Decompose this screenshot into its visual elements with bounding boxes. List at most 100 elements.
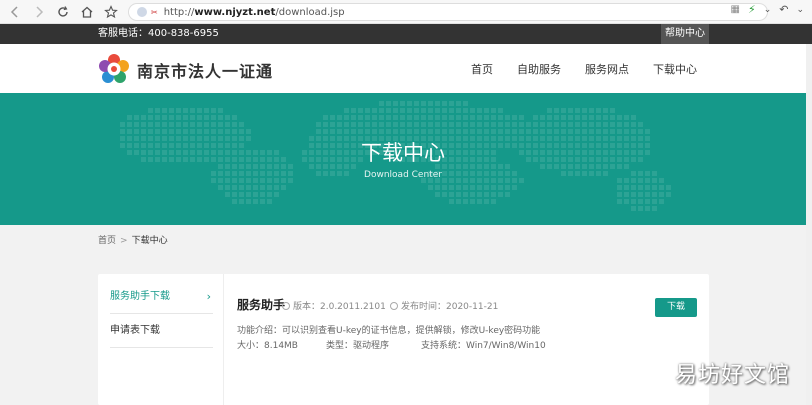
map-dot bbox=[379, 129, 384, 134]
map-dot bbox=[218, 115, 223, 120]
chevron-down-icon[interactable]: ⌄ bbox=[764, 5, 772, 15]
map-dot bbox=[491, 122, 496, 127]
map-dot bbox=[358, 122, 363, 127]
map-dot bbox=[505, 115, 510, 120]
map-dot bbox=[652, 192, 657, 197]
map-dot bbox=[330, 115, 335, 120]
map-dot bbox=[449, 185, 454, 190]
map-dot bbox=[239, 122, 244, 127]
nav-download-center[interactable]: 下载中心 bbox=[653, 61, 697, 77]
map-dot bbox=[470, 108, 475, 113]
map-dot bbox=[330, 122, 335, 127]
map-dot bbox=[470, 122, 475, 127]
map-dot bbox=[435, 129, 440, 134]
breadcrumb-home[interactable]: 首页 bbox=[98, 236, 116, 246]
map-dot bbox=[547, 129, 552, 134]
map-dot bbox=[449, 122, 454, 127]
map-dot bbox=[407, 101, 412, 106]
site-info-icon[interactable] bbox=[137, 7, 147, 17]
map-dot bbox=[505, 122, 510, 127]
back-icon[interactable] bbox=[4, 1, 26, 23]
page-scrollbar[interactable] bbox=[806, 44, 812, 405]
map-dot bbox=[232, 192, 237, 197]
map-dot bbox=[603, 122, 608, 127]
map-dot bbox=[498, 115, 503, 120]
file-size: 大小：8.14MB bbox=[237, 341, 298, 351]
map-dot bbox=[666, 192, 671, 197]
map-dot bbox=[393, 122, 398, 127]
map-dot bbox=[456, 129, 461, 134]
map-dot bbox=[561, 122, 566, 127]
help-center-link[interactable]: 帮助中心 bbox=[661, 24, 709, 44]
map-dot bbox=[603, 115, 608, 120]
map-dot bbox=[603, 108, 608, 113]
map-dot bbox=[253, 185, 258, 190]
map-dot bbox=[155, 108, 160, 113]
lightning-icon[interactable]: ⚡ bbox=[748, 3, 756, 16]
map-dot bbox=[449, 115, 454, 120]
version-text: 版本：2.0.2011.2101 bbox=[293, 302, 386, 312]
map-dot bbox=[260, 185, 265, 190]
address-bar[interactable]: ✂ http://www.njyzt.net/download.jsp bbox=[128, 3, 768, 21]
map-dot bbox=[351, 108, 356, 113]
grid-icon[interactable]: ▦ bbox=[731, 4, 740, 15]
map-dot bbox=[526, 122, 531, 127]
download-item-description: 功能介绍：可以识别查看U-key的证书信息，提供解锁，修改U-key密码功能 bbox=[237, 326, 541, 336]
home-icon[interactable] bbox=[76, 1, 98, 23]
map-dot bbox=[253, 199, 258, 204]
sidebar-item-service-assistant[interactable]: 服务助手下载 › bbox=[110, 280, 213, 314]
nav-service-outlets[interactable]: 服务网点 bbox=[585, 61, 629, 77]
bookmark-star-icon[interactable] bbox=[100, 1, 122, 23]
download-button[interactable]: 下载 bbox=[655, 298, 697, 317]
map-dot bbox=[624, 122, 629, 127]
map-dot bbox=[512, 115, 517, 120]
map-dot bbox=[400, 122, 405, 127]
map-dot bbox=[596, 129, 601, 134]
map-dot bbox=[218, 129, 223, 134]
nav-self-service[interactable]: 自助服务 bbox=[517, 61, 561, 77]
map-dot bbox=[568, 115, 573, 120]
nav-home[interactable]: 首页 bbox=[471, 61, 493, 77]
reload-icon[interactable] bbox=[52, 1, 74, 23]
map-dot bbox=[211, 115, 216, 120]
map-dot bbox=[477, 108, 482, 113]
map-dot bbox=[239, 185, 244, 190]
map-dot bbox=[575, 122, 580, 127]
map-dot bbox=[155, 129, 160, 134]
map-dot bbox=[379, 108, 384, 113]
map-dot bbox=[589, 122, 594, 127]
map-dot bbox=[407, 108, 412, 113]
breadcrumb-current: 下载中心 bbox=[131, 236, 168, 246]
map-dot bbox=[463, 115, 468, 120]
map-dot bbox=[631, 122, 636, 127]
site-name[interactable]: 南京市法人一证通 bbox=[137, 58, 273, 82]
map-dot bbox=[246, 185, 251, 190]
map-dot bbox=[169, 115, 174, 120]
map-dot bbox=[526, 129, 531, 134]
map-dot bbox=[344, 108, 349, 113]
map-dot bbox=[659, 199, 664, 204]
map-dot bbox=[323, 129, 328, 134]
chevron-down-icon[interactable]: ⌄ bbox=[796, 5, 804, 15]
map-dot bbox=[204, 115, 209, 120]
map-dot bbox=[141, 115, 146, 120]
forward-icon[interactable] bbox=[28, 1, 50, 23]
map-dot bbox=[414, 108, 419, 113]
map-dot bbox=[337, 122, 342, 127]
map-dot bbox=[372, 108, 377, 113]
undo-icon[interactable]: ↶ bbox=[779, 3, 788, 16]
map-dot bbox=[400, 101, 405, 106]
sidebar-item-application-form[interactable]: 申请表下载 bbox=[110, 314, 213, 348]
map-dot bbox=[239, 129, 244, 134]
map-dot bbox=[463, 185, 468, 190]
map-dot bbox=[554, 108, 559, 113]
map-dot bbox=[456, 199, 461, 204]
map-dot bbox=[267, 192, 272, 197]
download-item-title: 服务助手 bbox=[237, 298, 286, 312]
site-logo-icon[interactable] bbox=[98, 53, 130, 85]
map-dot bbox=[617, 192, 622, 197]
browser-toolbar: ✂ http://www.njyzt.net/download.jsp ▦ ⚡ … bbox=[0, 0, 812, 24]
map-dot bbox=[463, 199, 468, 204]
map-dot bbox=[610, 108, 615, 113]
chevron-right-icon: › bbox=[206, 290, 211, 303]
